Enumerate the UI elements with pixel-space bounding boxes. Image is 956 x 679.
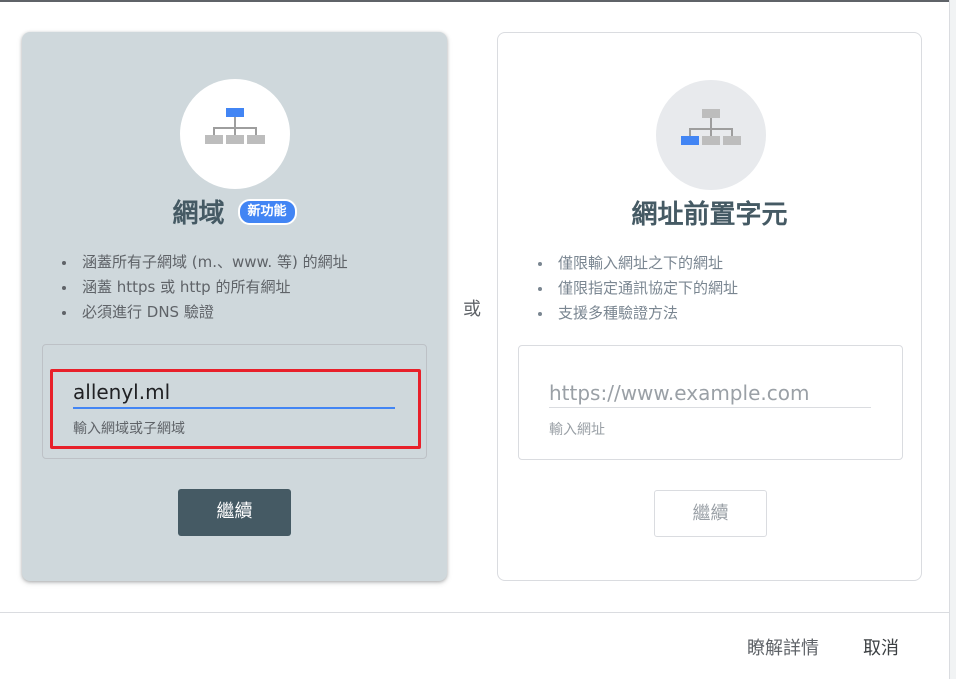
domain-title-row: 網域 新功能 bbox=[22, 193, 447, 230]
learn-more-link[interactable]: 瞭解詳情 bbox=[747, 634, 819, 660]
new-feature-badge: 新功能 bbox=[237, 198, 297, 225]
domain-continue-button[interactable]: 繼續 bbox=[178, 489, 291, 536]
url-input-hint: 輸入網址 bbox=[549, 422, 605, 438]
domain-title: 網域 bbox=[172, 199, 225, 229]
window-top-border bbox=[0, 0, 956, 2]
window-right-edge bbox=[949, 0, 956, 679]
domain-property-card[interactable]: 網域 新功能 涵蓋所有子網域 (m.、www. 等) 的網址 涵蓋 https … bbox=[22, 32, 447, 581]
url-prefix-feature-list: 僅限輸入網址之下的網址 僅限指定通訊協定下的網址 支援多種驗證方法 bbox=[537, 251, 738, 326]
domain-feature-item: 涵蓋 https 或 http 的所有網址 bbox=[61, 275, 348, 300]
or-separator: 或 bbox=[463, 299, 481, 320]
highlight-box bbox=[50, 369, 421, 449]
url-prefix-feature-item: 僅限輸入網址之下的網址 bbox=[537, 251, 738, 276]
sitemap-icon bbox=[681, 109, 741, 145]
url-input-underline bbox=[549, 407, 871, 408]
sitemap-icon bbox=[205, 108, 265, 144]
url-prefix-title-row: 網址前置字元 bbox=[498, 194, 921, 231]
domain-feature-item: 涵蓋所有子網域 (m.、www. 等) 的網址 bbox=[61, 250, 348, 275]
url-prefix-continue-button[interactable]: 繼續 bbox=[654, 490, 767, 537]
domain-icon-circle bbox=[180, 79, 290, 189]
url-prefix-feature-item: 僅限指定通訊協定下的網址 bbox=[537, 276, 738, 301]
url-prefix-title: 網址前置字元 bbox=[631, 200, 788, 230]
url-prefix-feature-item: 支援多種驗證方法 bbox=[537, 301, 738, 326]
domain-feature-item: 必須進行 DNS 驗證 bbox=[61, 300, 348, 325]
domain-feature-list: 涵蓋所有子網域 (m.、www. 等) 的網址 涵蓋 https 或 http … bbox=[61, 250, 348, 325]
url-prefix-icon-circle bbox=[656, 80, 766, 190]
url-prefix-property-card[interactable]: 網址前置字元 僅限輸入網址之下的網址 僅限指定通訊協定下的網址 支援多種驗證方法… bbox=[497, 32, 922, 581]
cancel-button[interactable]: 取消 bbox=[863, 634, 899, 660]
footer-divider bbox=[0, 612, 950, 613]
url-input[interactable]: https://www.example.com bbox=[549, 380, 809, 406]
